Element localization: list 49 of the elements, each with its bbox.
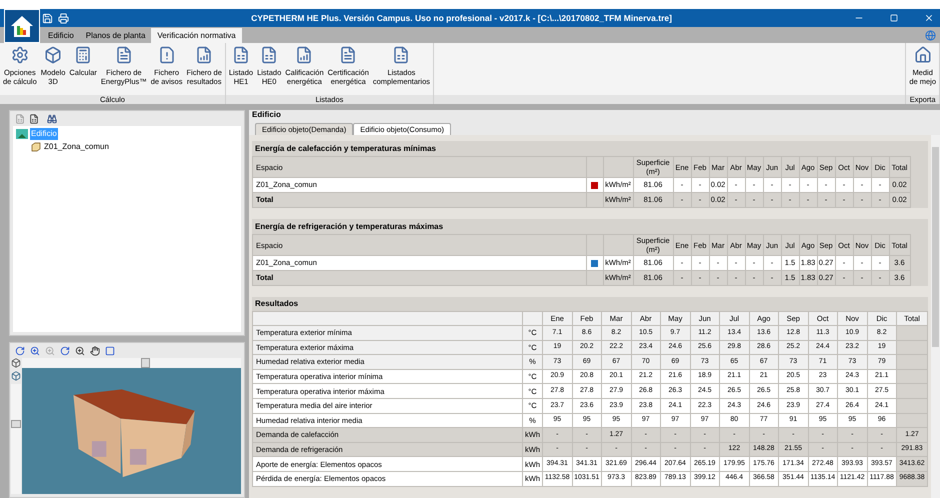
chart-document-icon xyxy=(195,46,214,64)
house-icon xyxy=(9,14,35,38)
zoom-icon[interactable] xyxy=(30,346,40,356)
table-title: Resultados xyxy=(254,298,300,310)
axes-icon[interactable] xyxy=(11,358,21,368)
warning-document-icon xyxy=(158,46,176,64)
binoculars-icon[interactable] xyxy=(47,114,57,124)
table-title: Energía de refrigeración y temperaturas máximas xyxy=(254,221,444,233)
rotate-icon[interactable] xyxy=(60,346,70,356)
ribbon-tab[interactable]: Planos de planta xyxy=(80,28,152,43)
settings-icon xyxy=(10,46,29,64)
table-cell xyxy=(896,354,928,370)
cube-icon xyxy=(31,142,41,152)
expand-icon[interactable] xyxy=(29,114,39,124)
table-cell xyxy=(896,398,928,414)
horizontal-slider[interactable] xyxy=(22,358,241,368)
orbit-icon[interactable] xyxy=(15,346,25,356)
app-menu-button[interactable] xyxy=(4,9,40,43)
table-title: Energía de calefacción y temperaturas mínimas xyxy=(254,143,437,155)
list-document-icon xyxy=(260,46,278,64)
cube-view-icon[interactable] xyxy=(11,371,21,381)
ribbon-tab[interactable]: Verificación normativa xyxy=(151,28,242,43)
maximize-icon[interactable] xyxy=(890,14,898,22)
table-cell xyxy=(896,326,928,340)
scrollbar[interactable] xyxy=(931,135,940,498)
ribbon-tab[interactable]: Edificio xyxy=(42,28,80,43)
panel-header: Edificio xyxy=(249,110,940,120)
close-icon[interactable] xyxy=(924,13,934,23)
chart-document-icon xyxy=(295,46,314,64)
fit-view-icon[interactable] xyxy=(105,346,115,356)
box-icon xyxy=(44,46,62,64)
document-icon xyxy=(114,46,133,64)
document-icon xyxy=(339,46,358,64)
table-cell xyxy=(896,413,928,428)
tree-item[interactable]: Z01_Zona_comun xyxy=(43,141,110,153)
slider-thumb[interactable] xyxy=(140,358,150,368)
table-cell xyxy=(896,369,928,384)
list-document-icon xyxy=(392,46,410,64)
house-icon xyxy=(914,46,932,64)
table-cell xyxy=(896,384,928,398)
printer-icon[interactable] xyxy=(58,12,69,24)
table-cell xyxy=(896,340,928,355)
save-icon[interactable] xyxy=(42,12,53,24)
calculator-icon xyxy=(74,46,92,64)
window-title: CYPETHERM HE Plus. Versión Campus. Uso no profesional - v2017.k - [C:\...\20170802_TFM Minerva.tre] xyxy=(250,12,673,24)
list-document-icon xyxy=(232,46,250,64)
pan-icon[interactable] xyxy=(90,346,100,356)
zoom-window-icon[interactable] xyxy=(75,346,85,356)
building-icon xyxy=(16,129,28,139)
